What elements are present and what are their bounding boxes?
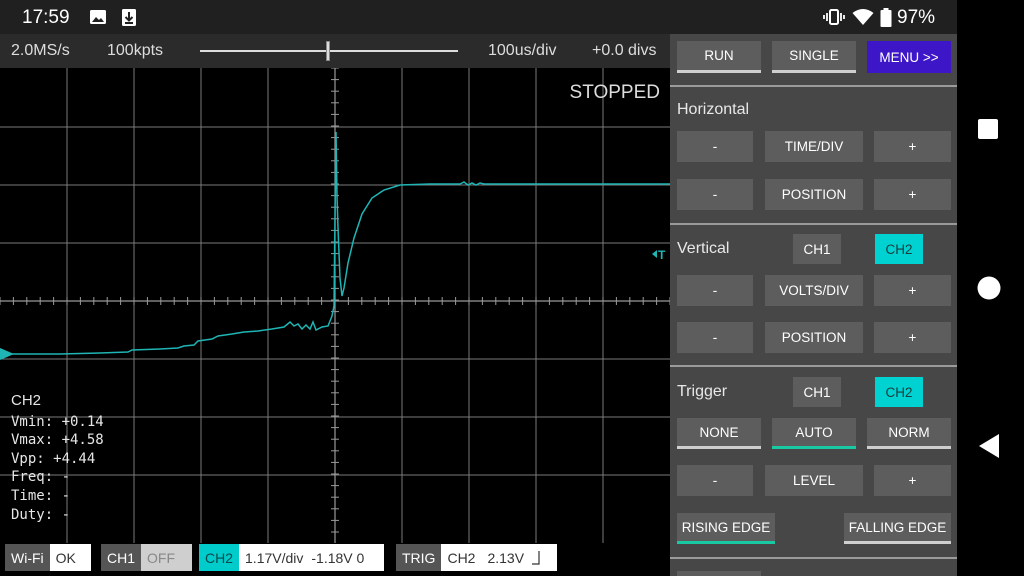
rising-edge-button[interactable]: RISING EDGE [677, 513, 775, 544]
back-button[interactable] [977, 433, 1001, 459]
section-divider [670, 365, 957, 367]
level-button[interactable]: LEVEL [765, 465, 863, 496]
wifi-status-chip[interactable]: Wi-Fi OK [5, 544, 91, 571]
trigger-status-chip[interactable]: TRIG CH2 2.13V [396, 544, 557, 571]
meas-duty: Duty: - [11, 506, 71, 523]
single-button[interactable]: SINGLE [772, 41, 856, 73]
battery-percent: 97% [897, 7, 936, 28]
trig-level: 2.13V [487, 549, 525, 566]
system-nav-bar [957, 0, 1024, 576]
falling-edge-button[interactable]: FALLING EDGE [844, 513, 951, 544]
trig-channel: CH2 [447, 549, 476, 566]
menu-button[interactable]: MENU >> [867, 41, 951, 73]
home-button[interactable] [977, 276, 1001, 300]
rising-edge-icon [532, 551, 540, 565]
timebase-readout: 100us/div [488, 42, 557, 59]
next-section-button[interactable] [677, 571, 761, 576]
run-button[interactable]: RUN [677, 41, 761, 73]
time-div-plus-button[interactable]: + [874, 131, 951, 162]
ch2-key: CH2 [199, 544, 240, 571]
control-panel: RUN SINGLE MENU >> Horizontal - TIME/DIV… [670, 34, 957, 576]
volts-div-button[interactable]: VOLTS/DIV [765, 275, 863, 306]
meas-freq: Freq: - [11, 469, 71, 486]
ch2-status-chip[interactable]: CH2 1.17V/div -1.18V 0 [199, 544, 384, 571]
volts-div-minus-button[interactable]: - [677, 275, 753, 306]
section-divider [670, 557, 957, 559]
trig-key: TRIG [396, 544, 442, 571]
vertical-ch1-button[interactable]: CH1 [793, 234, 841, 264]
ch1-status-chip[interactable]: CH1 OFF [101, 544, 192, 571]
sample-rate: 2.0MS/s [11, 42, 70, 59]
wifi-value: OK [55, 549, 76, 566]
trigger-level-marker[interactable]: T [658, 248, 665, 262]
section-divider [670, 223, 957, 225]
ch2-scale: 1.17V/div [245, 549, 304, 566]
v-position-plus-button[interactable]: + [874, 322, 951, 353]
meas-vmin: Vmin: +0.14 [11, 413, 104, 430]
waveform-display[interactable]: T STOPPED CH2 Vmin: +0.14 Vmax: +4.58 Vp… [0, 68, 670, 543]
channel-status-bar: Wi-Fi OK CH1 OFF CH2 1.17V/div -1.18V 0 … [0, 543, 670, 576]
acquisition-state: STOPPED [569, 82, 660, 103]
wifi-icon [852, 9, 874, 25]
v-position-minus-button[interactable]: - [677, 322, 753, 353]
wifi-key: Wi-Fi [5, 544, 50, 571]
vibrate-icon [823, 9, 845, 25]
buffer-position-slider[interactable] [200, 41, 458, 61]
level-minus-button[interactable]: - [677, 465, 753, 496]
time-div-button[interactable]: TIME/DIV [765, 131, 863, 162]
trigger-auto-button[interactable]: AUTO [772, 418, 856, 449]
status-bar: 17:59 97% [0, 0, 957, 34]
recents-button[interactable] [977, 118, 999, 140]
volts-div-plus-button[interactable]: + [874, 275, 951, 306]
time-div-minus-button[interactable]: - [677, 131, 753, 162]
v-position-button[interactable]: POSITION [765, 322, 863, 353]
slider-thumb[interactable] [326, 41, 330, 61]
download-icon [122, 9, 136, 26]
status-time: 17:59 [22, 7, 70, 28]
horizontal-offset: +0.0 divs [592, 42, 657, 59]
image-icon [90, 10, 106, 24]
trigger-none-button[interactable]: NONE [677, 418, 761, 449]
battery-icon [880, 8, 892, 27]
trigger-label: Trigger [677, 383, 728, 400]
measurements-panel: CH2 Vmin: +0.14 Vmax: +4.58 Vpp: +4.44 F… [11, 392, 104, 524]
trigger-norm-button[interactable]: NORM [867, 418, 951, 449]
horizontal-label: Horizontal [677, 101, 750, 118]
meas-time: Time: - [11, 487, 71, 504]
ch1-value: OFF [147, 549, 176, 566]
meas-vpp: Vpp: +4.44 [11, 450, 96, 467]
level-plus-button[interactable]: + [874, 465, 951, 496]
record-length: 100kpts [107, 42, 164, 59]
h-position-button[interactable]: POSITION [765, 179, 863, 210]
meas-vmax: Vmax: +4.58 [11, 432, 104, 449]
section-divider [670, 85, 957, 87]
trigger-ch1-button[interactable]: CH1 [793, 377, 841, 407]
trigger-ch2-button[interactable]: CH2 [875, 377, 923, 407]
ch2-offset: -1.18V 0 [311, 549, 365, 566]
meas-channel: CH2 [11, 392, 42, 409]
vertical-ch2-button[interactable]: CH2 [875, 234, 923, 264]
vertical-label: Vertical [677, 240, 730, 257]
h-position-minus-button[interactable]: - [677, 179, 753, 210]
ch1-key: CH1 [101, 544, 142, 571]
h-position-plus-button[interactable]: + [874, 179, 951, 210]
acquisition-bar: 2.0MS/s 100kpts 100us/div +0.0 divs [0, 34, 670, 68]
